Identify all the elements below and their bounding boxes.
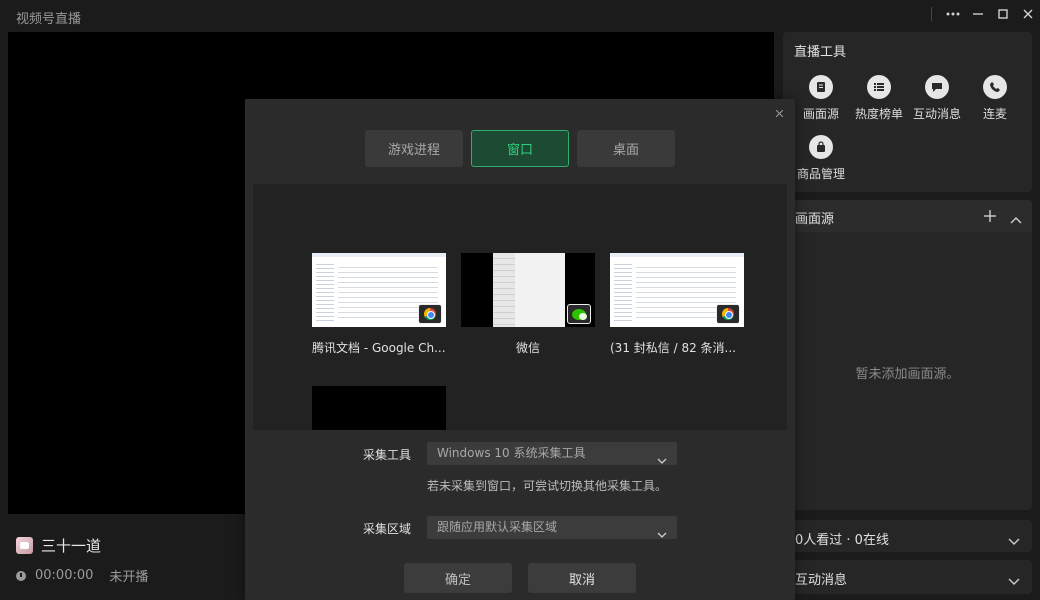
chrome-icon	[418, 304, 442, 324]
window-title: (31 封私信 / 82 条消...	[610, 341, 736, 355]
tool-label: 画面源	[802, 107, 839, 121]
capture-area-value: 跟随应用默认采集区域	[437, 520, 558, 534]
window-item-tencent-docs[interactable]: 腾讯文档 - Google Ch...	[312, 253, 446, 356]
add-source-icon[interactable]	[984, 207, 996, 226]
maximize-icon[interactable]	[990, 0, 1015, 28]
window-thumbnail	[610, 253, 744, 327]
chevron-down-icon	[657, 524, 667, 547]
chat-icon	[925, 75, 949, 99]
live-duration: 00:00:00	[35, 568, 94, 583]
messages-panel[interactable]: 互动消息	[783, 560, 1032, 594]
tool-interactive-messages[interactable]: 互动消息	[908, 75, 966, 122]
capture-tool-value: Windows 10 系统采集工具	[437, 446, 586, 460]
phone-icon	[983, 75, 1007, 99]
title-bar: 视频号直播	[0, 0, 1040, 32]
cancel-button[interactable]: 取消	[528, 563, 636, 593]
tab-game-process[interactable]: 游戏进程	[365, 130, 463, 167]
window-item-messages[interactable]: (31 封私信 / 82 条消...	[610, 253, 744, 356]
wechat-icon	[567, 304, 591, 324]
live-status: 00:00:00 未开播	[16, 566, 148, 585]
window-title: 微信	[515, 341, 540, 355]
empty-sources-text: 暂未添加画面源。	[855, 367, 960, 382]
tool-heat-ranking[interactable]: 热度榜单	[850, 75, 908, 122]
window-thumbnail	[312, 386, 446, 430]
tab-desktop[interactable]: 桌面	[577, 130, 675, 167]
tool-product-management[interactable]: 商品管理	[792, 135, 850, 182]
tool-label: 互动消息	[912, 107, 961, 121]
clock-icon	[16, 570, 26, 581]
window-controls	[931, 0, 1040, 28]
more-icon[interactable]	[940, 0, 965, 28]
tool-co-host[interactable]: 连麦	[966, 75, 1024, 122]
capture-tool-label: 采集工具	[363, 448, 412, 462]
tool-label: 连麦	[982, 107, 1007, 121]
capture-tool-hint: 若未采集到窗口，可尝试切换其他采集工具。	[427, 479, 668, 493]
chrome-icon	[716, 304, 740, 324]
close-icon[interactable]	[775, 106, 784, 120]
capture-tool-select[interactable]: Windows 10 系统采集工具	[427, 442, 677, 465]
viewers-text: 0人看过 · 0在线	[795, 533, 889, 548]
close-icon[interactable]	[1015, 0, 1040, 28]
capture-area-label: 采集区域	[363, 522, 412, 536]
tool-label: 商品管理	[796, 167, 845, 181]
confirm-button[interactable]: 确定	[404, 563, 512, 593]
capture-area-select[interactable]: 跟随应用默认采集区域	[427, 516, 677, 539]
window-thumbnail	[461, 253, 595, 327]
messages-title: 互动消息	[795, 573, 848, 588]
shopping-bag-icon	[809, 135, 833, 159]
minimize-icon[interactable]	[965, 0, 990, 28]
chevron-down-icon[interactable]	[1008, 571, 1020, 590]
window-title: 腾讯文档 - Google Ch...	[312, 341, 446, 355]
chevron-down-icon	[657, 450, 667, 473]
window-thumbnail	[312, 253, 446, 327]
document-icon	[809, 75, 833, 99]
picture-sources-panel: 画面源 暂未添加画面源。	[783, 200, 1032, 510]
list-icon	[867, 75, 891, 99]
picture-sources-header: 画面源	[783, 200, 1032, 232]
viewers-panel[interactable]: 0人看过 · 0在线	[783, 520, 1032, 552]
streamer-info: 三十一道	[16, 535, 101, 556]
window-item-wechat[interactable]: 微信	[461, 253, 595, 356]
tool-label: 热度榜单	[854, 107, 903, 121]
divider	[931, 7, 932, 21]
app-title: 视频号直播	[16, 12, 82, 27]
streamer-name: 三十一道	[41, 537, 102, 555]
chevron-up-icon[interactable]	[1010, 209, 1022, 228]
live-status-text: 未开播	[109, 570, 149, 585]
tab-window[interactable]: 窗口	[471, 130, 569, 167]
chevron-down-icon[interactable]	[1008, 531, 1020, 550]
tool-picture-source[interactable]: 画面源	[792, 75, 850, 122]
live-tools-panel: 直播工具 画面源 热度榜单 互动消息 连麦 商品管理	[783, 32, 1032, 192]
add-source-dialog: 游戏进程 窗口 桌面 腾讯文档 - Google Ch... 微信 (31 封私…	[245, 99, 795, 600]
window-grid: 腾讯文档 - Google Ch... 微信 (31 封私信 / 82 条消..…	[253, 184, 787, 430]
avatar	[16, 537, 33, 554]
live-tools-title: 直播工具	[794, 45, 847, 60]
window-item-blank[interactable]	[312, 386, 446, 430]
picture-sources-title: 画面源	[795, 212, 835, 227]
